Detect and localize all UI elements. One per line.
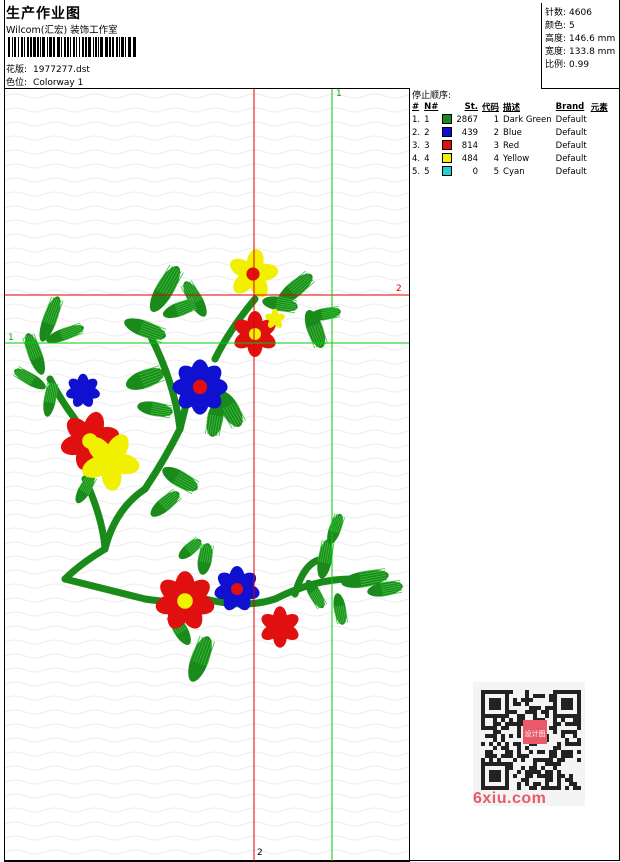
stop-needle: 5 [424, 166, 430, 177]
stop-code: 5 [493, 166, 500, 177]
color-swatch [440, 126, 454, 139]
stop-index: 5. [412, 166, 421, 177]
stop-row: 4. 4 484 4 Yellow Default [410, 152, 610, 165]
color-swatch [440, 113, 454, 126]
stop-code: 3 [493, 140, 500, 151]
col-stitches: St. [464, 101, 479, 112]
stop-description: Red [503, 140, 520, 151]
color-swatch-box [442, 166, 453, 177]
color-swatch [440, 165, 454, 178]
stop-index: 2. [412, 127, 421, 138]
stop-brand: Default [555, 166, 587, 177]
stop-stitches: 439 [461, 127, 479, 138]
green-guide-label-left: 1 [8, 333, 14, 343]
qr-code: 设计图 [473, 682, 585, 806]
stop-table-header: # N# St. 代码 描述 Brand 元素 [410, 100, 610, 113]
svg-text:设计图: 设计图 [525, 729, 546, 738]
stop-stitches: 814 [461, 140, 479, 151]
flower-center [78, 386, 88, 396]
green-guide-label-top: 1 [336, 89, 342, 99]
stop-element [589, 139, 610, 152]
col-element: 元素 [590, 102, 608, 113]
stop-brand: Default [555, 140, 587, 151]
stop-needle: 2 [424, 127, 430, 138]
stop-row: 1. 1 2867 1 Dark Green Default [410, 113, 610, 126]
embroidery-preview [5, 89, 410, 861]
stop-brand: Default [555, 127, 587, 138]
red-guide-label-bottom: 2 [257, 848, 263, 858]
col-index: # [412, 101, 420, 112]
stop-needle: 1 [424, 114, 430, 125]
col-description: 描述 [503, 102, 521, 113]
col-code: 代码 [482, 102, 500, 113]
stop-row: 2. 2 439 2 Blue Default [410, 126, 610, 139]
stop-row: 3. 3 814 3 Red Default [410, 139, 610, 152]
stop-index: 3. [412, 140, 421, 151]
color-swatch-box [442, 140, 453, 151]
flower-center [272, 316, 278, 322]
stop-stitches: 484 [461, 153, 479, 164]
stop-code: 4 [493, 153, 500, 164]
stop-needle: 3 [424, 140, 430, 151]
stop-element [589, 152, 610, 165]
flower-center [231, 583, 243, 595]
stop-row: 5. 5 0 5 Cyan Default [410, 165, 610, 178]
flower-center [102, 453, 118, 469]
flower-center [249, 328, 261, 340]
stop-element [589, 165, 610, 178]
stop-needle: 4 [424, 153, 430, 164]
red-guide-label-right: 2 [396, 284, 402, 294]
stop-brand: Default [555, 114, 587, 125]
stop-description: Yellow [503, 153, 530, 164]
flower-center [192, 379, 208, 395]
stop-element [589, 126, 610, 139]
watermark-text: 6xiu.com [473, 790, 547, 807]
color-swatch-box [442, 114, 453, 125]
stop-index: 4. [412, 153, 421, 164]
color-swatch-box [442, 127, 453, 138]
design-area: 2 2 1 1 [4, 88, 410, 862]
stop-element [589, 113, 610, 126]
stop-code: 2 [493, 127, 500, 138]
stop-stitches: 0 [472, 166, 479, 177]
color-swatch [440, 152, 454, 165]
col-swatch [440, 100, 454, 113]
flower-center [177, 593, 193, 609]
color-swatch [440, 139, 454, 152]
stop-description: Dark Green [503, 114, 552, 125]
flower-center [246, 267, 260, 281]
col-needle: N# [424, 101, 439, 112]
stop-brand: Default [555, 153, 587, 164]
col-brand: Brand [555, 101, 585, 112]
stop-description: Blue [503, 127, 522, 138]
stop-code: 1 [493, 114, 500, 125]
stop-sequence-table: # N# St. 代码 描述 Brand 元素 1. 1 2867 1 Dark Gre… [410, 100, 610, 178]
stop-description: Cyan [503, 166, 525, 177]
stop-sequence-panel: 停止顺序: # N# St. 代码 描述 Brand 元素 1. 1 2867 1 Da… [409, 88, 620, 860]
stop-stitches: 2867 [456, 114, 479, 125]
color-swatch-box [442, 153, 453, 164]
flower-center [274, 621, 286, 633]
qr-pattern: 设计图 [473, 682, 585, 806]
stop-index: 1. [412, 114, 421, 125]
